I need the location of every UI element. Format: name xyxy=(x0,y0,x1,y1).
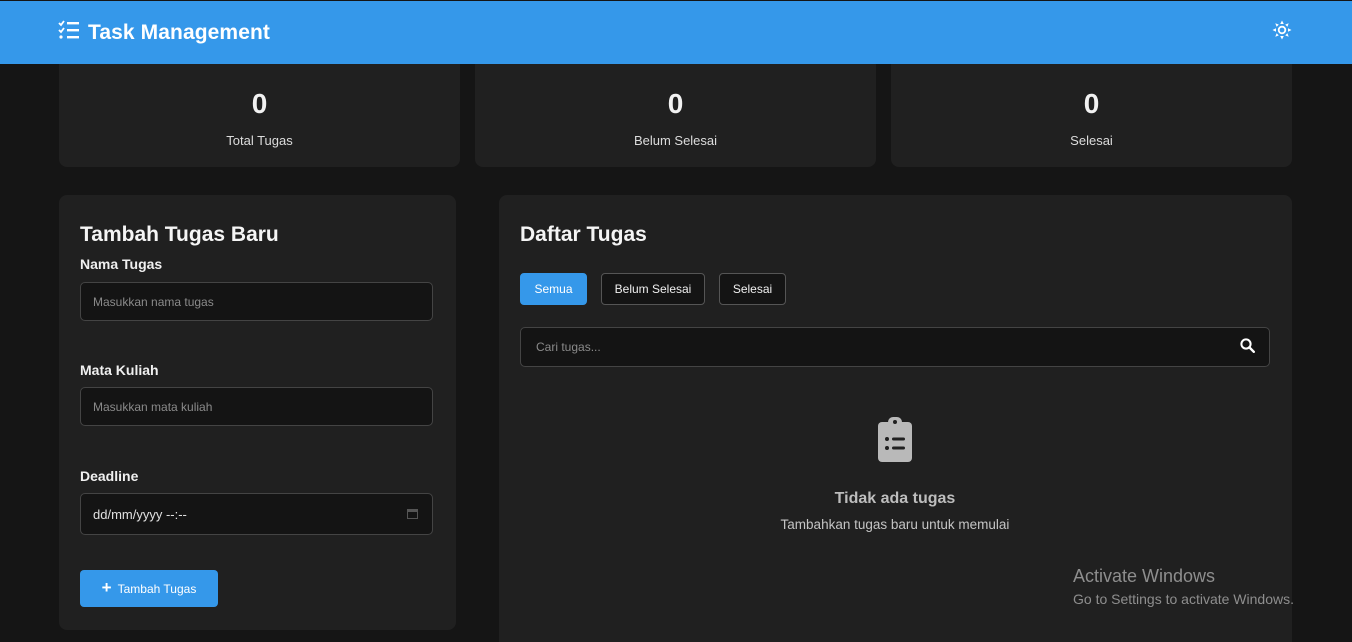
empty-state: Tidak ada tugas Tambahkan tugas baru unt… xyxy=(499,417,1291,532)
brand[interactable]: Task Management xyxy=(58,20,270,45)
filter-all-button[interactable]: Semua xyxy=(520,273,587,305)
filter-pending-button[interactable]: Belum Selesai xyxy=(601,273,705,305)
filter-label: Belum Selesai xyxy=(614,282,692,296)
task-list-title: Daftar Tugas xyxy=(520,223,647,246)
filter-label: Selesai xyxy=(732,282,773,296)
empty-title: Tidak ada tugas xyxy=(834,490,956,507)
watermark-title: Activate Windows xyxy=(1073,566,1216,586)
plus-icon: + xyxy=(101,578,112,597)
stat-label: Selesai xyxy=(1070,133,1113,148)
task-name-label: Nama Tugas xyxy=(80,256,163,272)
course-placeholder: Masukkan mata kuliah xyxy=(93,399,213,414)
task-name-input[interactable]: Masukkan nama tugas xyxy=(80,282,433,321)
search-icon[interactable] xyxy=(1240,338,1256,356)
form-title: Tambah Tugas Baru xyxy=(80,223,279,246)
calendar-icon[interactable] xyxy=(407,507,418,522)
add-task-label: Tambah Tugas xyxy=(117,581,197,596)
stat-card-completed: 0 Selesai xyxy=(891,64,1292,167)
watermark-subtitle: Go to Settings to activate Windows. xyxy=(1073,591,1294,607)
stat-value: 0 xyxy=(667,88,684,119)
filter-completed-button[interactable]: Selesai xyxy=(719,273,786,305)
navbar: Task Management xyxy=(0,1,1352,64)
deadline-placeholder: dd/mm/yyyy --:-- xyxy=(93,506,187,522)
course-label: Mata Kuliah xyxy=(80,362,159,378)
empty-subtitle: Tambahkan tugas baru untuk memulai xyxy=(780,517,1010,532)
app-title: Task Management xyxy=(88,20,270,44)
clipboard-list-icon xyxy=(878,417,912,467)
sun-icon xyxy=(1272,20,1292,45)
stat-card-pending: 0 Belum Selesai xyxy=(475,64,876,167)
activation-watermark: Activate Windows Go to Settings to activ… xyxy=(1073,566,1294,607)
stat-label: Total Tugas xyxy=(226,133,293,148)
theme-toggle-button[interactable] xyxy=(1269,20,1295,46)
stat-value: 0 xyxy=(251,88,268,119)
task-name-placeholder: Masukkan nama tugas xyxy=(93,294,214,309)
add-task-panel: Tambah Tugas Baru Nama Tugas Masukkan na… xyxy=(59,195,456,630)
filter-label: Semua xyxy=(534,282,573,296)
add-task-button[interactable]: + Tambah Tugas xyxy=(80,570,218,607)
stat-value: 0 xyxy=(1083,88,1100,119)
stat-card-total: 0 Total Tugas xyxy=(59,64,460,167)
search-placeholder: Cari tugas... xyxy=(536,340,601,354)
deadline-input[interactable]: dd/mm/yyyy --:-- xyxy=(80,493,433,535)
stat-label: Belum Selesai xyxy=(633,133,718,148)
deadline-label: Deadline xyxy=(80,468,139,484)
search-input[interactable]: Cari tugas... xyxy=(520,327,1270,367)
list-check-icon xyxy=(58,20,80,45)
course-input[interactable]: Masukkan mata kuliah xyxy=(80,387,433,426)
